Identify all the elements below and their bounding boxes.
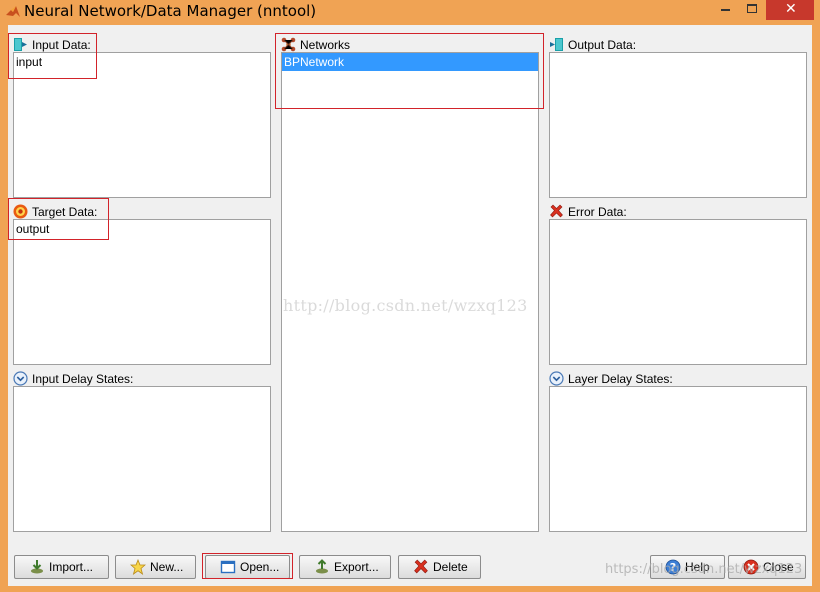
chevron-down-circle-icon <box>13 371 28 386</box>
target-data-list[interactable]: output <box>13 219 271 365</box>
title-bar: Neural Network/Data Manager (nntool) ✕ <box>0 0 820 25</box>
output-data-label: Output Data: <box>549 37 659 53</box>
error-data-list[interactable] <box>549 219 807 365</box>
output-data-list[interactable] <box>549 52 807 198</box>
close-icon: ✕ <box>785 1 797 17</box>
networks-list[interactable]: BPNetwork <box>281 52 539 532</box>
watermark-text: http://blog.csdn.net/wzxq123 <box>283 296 528 315</box>
minimize-icon <box>721 9 730 11</box>
export-icon <box>316 559 328 574</box>
output-data-icon <box>550 38 563 51</box>
layer-delay-states-list[interactable] <box>549 386 807 532</box>
import-button[interactable]: Import... <box>14 555 109 579</box>
corner-watermark: https://blog.csdn.net/wzxq123 <box>605 562 803 577</box>
layer-delay-states-label: Layer Delay States: <box>549 371 699 387</box>
input-delay-states-label: Input Delay States: <box>13 371 163 387</box>
error-data-label: Error Data: <box>549 204 659 220</box>
import-icon <box>31 560 43 574</box>
new-button[interactable]: New... <box>115 555 196 579</box>
delete-button[interactable]: Delete <box>398 555 481 579</box>
star-icon <box>130 559 146 575</box>
red-x-icon <box>414 559 428 574</box>
export-button[interactable]: Export... <box>299 555 391 579</box>
maximize-button[interactable] <box>739 0 766 20</box>
highlight-box-open <box>202 553 293 579</box>
input-delay-states-list[interactable] <box>13 386 271 532</box>
highlight-box-input <box>8 33 97 79</box>
chevron-down-circle-icon <box>549 371 564 386</box>
maximize-icon <box>747 4 757 13</box>
highlight-box-target <box>8 198 109 240</box>
matlab-logo-icon <box>6 6 20 17</box>
window-close-button[interactable]: ✕ <box>766 0 814 20</box>
highlight-box-networks <box>275 33 544 109</box>
red-x-icon <box>550 204 563 218</box>
window-title: Neural Network/Data Manager (nntool) <box>24 2 317 20</box>
minimize-button[interactable] <box>712 0 739 20</box>
